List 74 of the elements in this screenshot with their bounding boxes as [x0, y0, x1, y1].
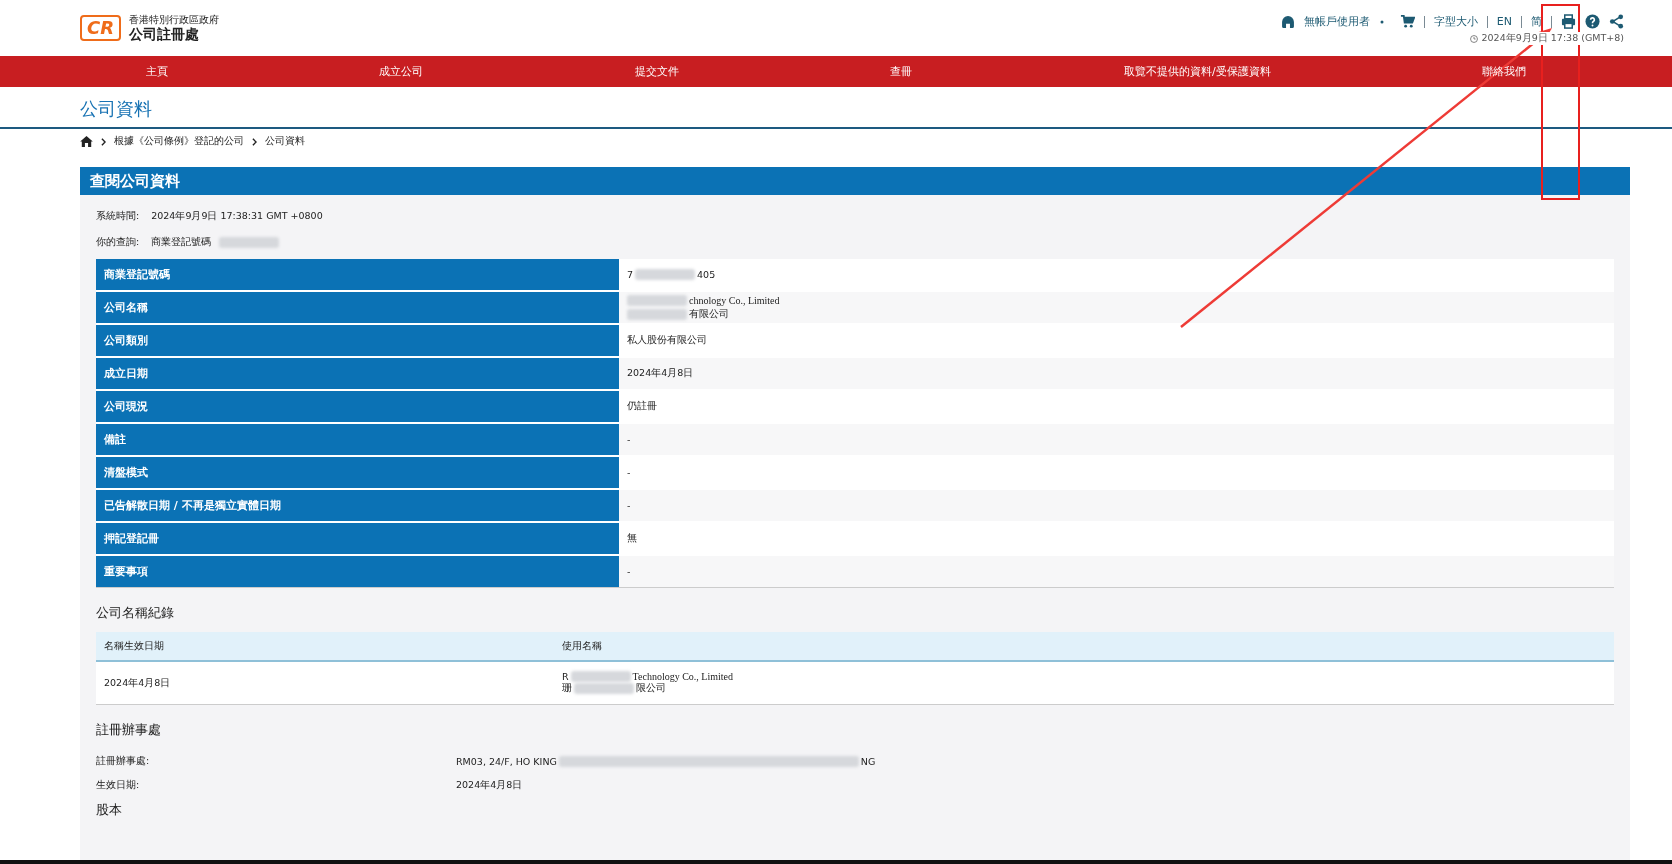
chevron-icon — [252, 137, 257, 146]
redacted-blur — [627, 294, 687, 306]
clock-icon — [1469, 34, 1478, 43]
table-cell-text: 2024年4月8日 — [103, 676, 172, 690]
nav-item[interactable]: 成立公司 — [379, 64, 424, 79]
field-label: 註冊辦事處: — [96, 754, 151, 768]
table-cell: 限公司 — [636, 682, 666, 695]
meta-value: 商業登記號碼 — [151, 235, 212, 249]
field-value: chnology Co., Limited — [689, 294, 780, 306]
nav-item[interactable]: 提交文件 — [634, 64, 679, 79]
field-label: 備註 — [96, 424, 619, 455]
table-cell: 珊 — [562, 682, 572, 695]
nav-item[interactable]: 主頁 — [145, 64, 168, 79]
share-icon[interactable] — [1609, 14, 1624, 29]
field-value: - — [627, 434, 631, 445]
field-label: 已告解散日期 / 不再是獨立實體日期 — [96, 490, 619, 521]
field-value: - — [627, 467, 631, 478]
field-value: RM03, 24/F, HO KING — [456, 755, 557, 767]
header-link[interactable]: 简 — [1531, 14, 1542, 29]
field-value: 2024年4月8日 — [456, 778, 523, 792]
column-header: 使用名稱 — [561, 639, 603, 653]
redacted-blur — [627, 308, 687, 320]
page-title: 公司資料 — [0, 87, 1672, 129]
field-value: NG — [860, 755, 876, 767]
current-time: 2024年9月9日 17:38 (GMT+8) — [1481, 32, 1624, 45]
government-name: 香港特別行政區政府 — [129, 13, 220, 26]
redacted-blur — [570, 671, 631, 682]
redacted-blur — [574, 683, 634, 694]
header-link[interactable]: EN — [1496, 15, 1512, 28]
table-cell: R — [562, 671, 569, 682]
field-value: - — [627, 566, 631, 577]
field-value: 405 — [697, 269, 716, 280]
meta-label: 系統時間: — [96, 209, 140, 223]
table-cell: Technology Co., Limited — [632, 671, 733, 682]
field-label: 公司類別 — [96, 325, 619, 356]
field-label: 清盤模式 — [96, 457, 619, 488]
meta-value: 2024年9月9日 17:38:31 GMT +0800 — [151, 209, 323, 223]
home-icon[interactable] — [80, 136, 93, 147]
meta-label: 你的查詢: — [96, 235, 140, 249]
panel-title: 查閱公司資料 — [80, 167, 1630, 195]
print-icon[interactable] — [1561, 14, 1576, 29]
field-label: 公司現況 — [96, 391, 619, 422]
field-label: 商業登記號碼 — [96, 259, 619, 290]
chevron-icon — [101, 137, 106, 146]
breadcrumb-link[interactable]: 根據《公司條例》登記的公司 — [114, 135, 244, 148]
section-title: 公司名稱紀錄 — [96, 604, 175, 622]
agency-name: 公司註冊處 — [129, 26, 201, 43]
redacted-blur — [219, 236, 280, 248]
headset-icon[interactable] — [1280, 14, 1295, 29]
user-menu[interactable]: 無帳戶使用者 — [1303, 14, 1370, 29]
help-icon[interactable] — [1585, 14, 1600, 29]
field-label: 成立日期 — [96, 358, 619, 389]
nav-item[interactable]: 聯絡我們 — [1482, 64, 1527, 79]
breadcrumb-link[interactable]: 公司資料 — [265, 135, 305, 148]
field-value: 2024年4月8日 — [627, 367, 694, 380]
field-value: 私人股份有限公司 — [627, 334, 707, 347]
header-link[interactable]: 字型大小 — [1433, 14, 1478, 29]
nav-item[interactable]: 取覽不提供的資料/受保護資料 — [1123, 64, 1271, 79]
field-value: 7 — [627, 269, 634, 280]
section-title: 股本 — [96, 801, 123, 819]
nav-item[interactable]: 查冊 — [890, 64, 913, 79]
field-label: 公司名稱 — [96, 292, 619, 323]
field-value: - — [627, 500, 631, 511]
field-value: 有限公司 — [689, 307, 729, 321]
field-label: 押記登記冊 — [96, 523, 619, 554]
section-title: 註冊辦事處 — [96, 721, 162, 739]
field-value: 無 — [627, 532, 637, 545]
redacted-blur — [635, 269, 696, 280]
field-value: 仍註冊 — [627, 400, 657, 413]
field-label: 重要事項 — [96, 556, 619, 587]
cart-icon[interactable] — [1399, 14, 1415, 29]
field-label: 生效日期: — [96, 778, 141, 792]
column-header: 名稱生效日期 — [103, 639, 165, 653]
logo[interactable]: CR — [80, 15, 122, 41]
